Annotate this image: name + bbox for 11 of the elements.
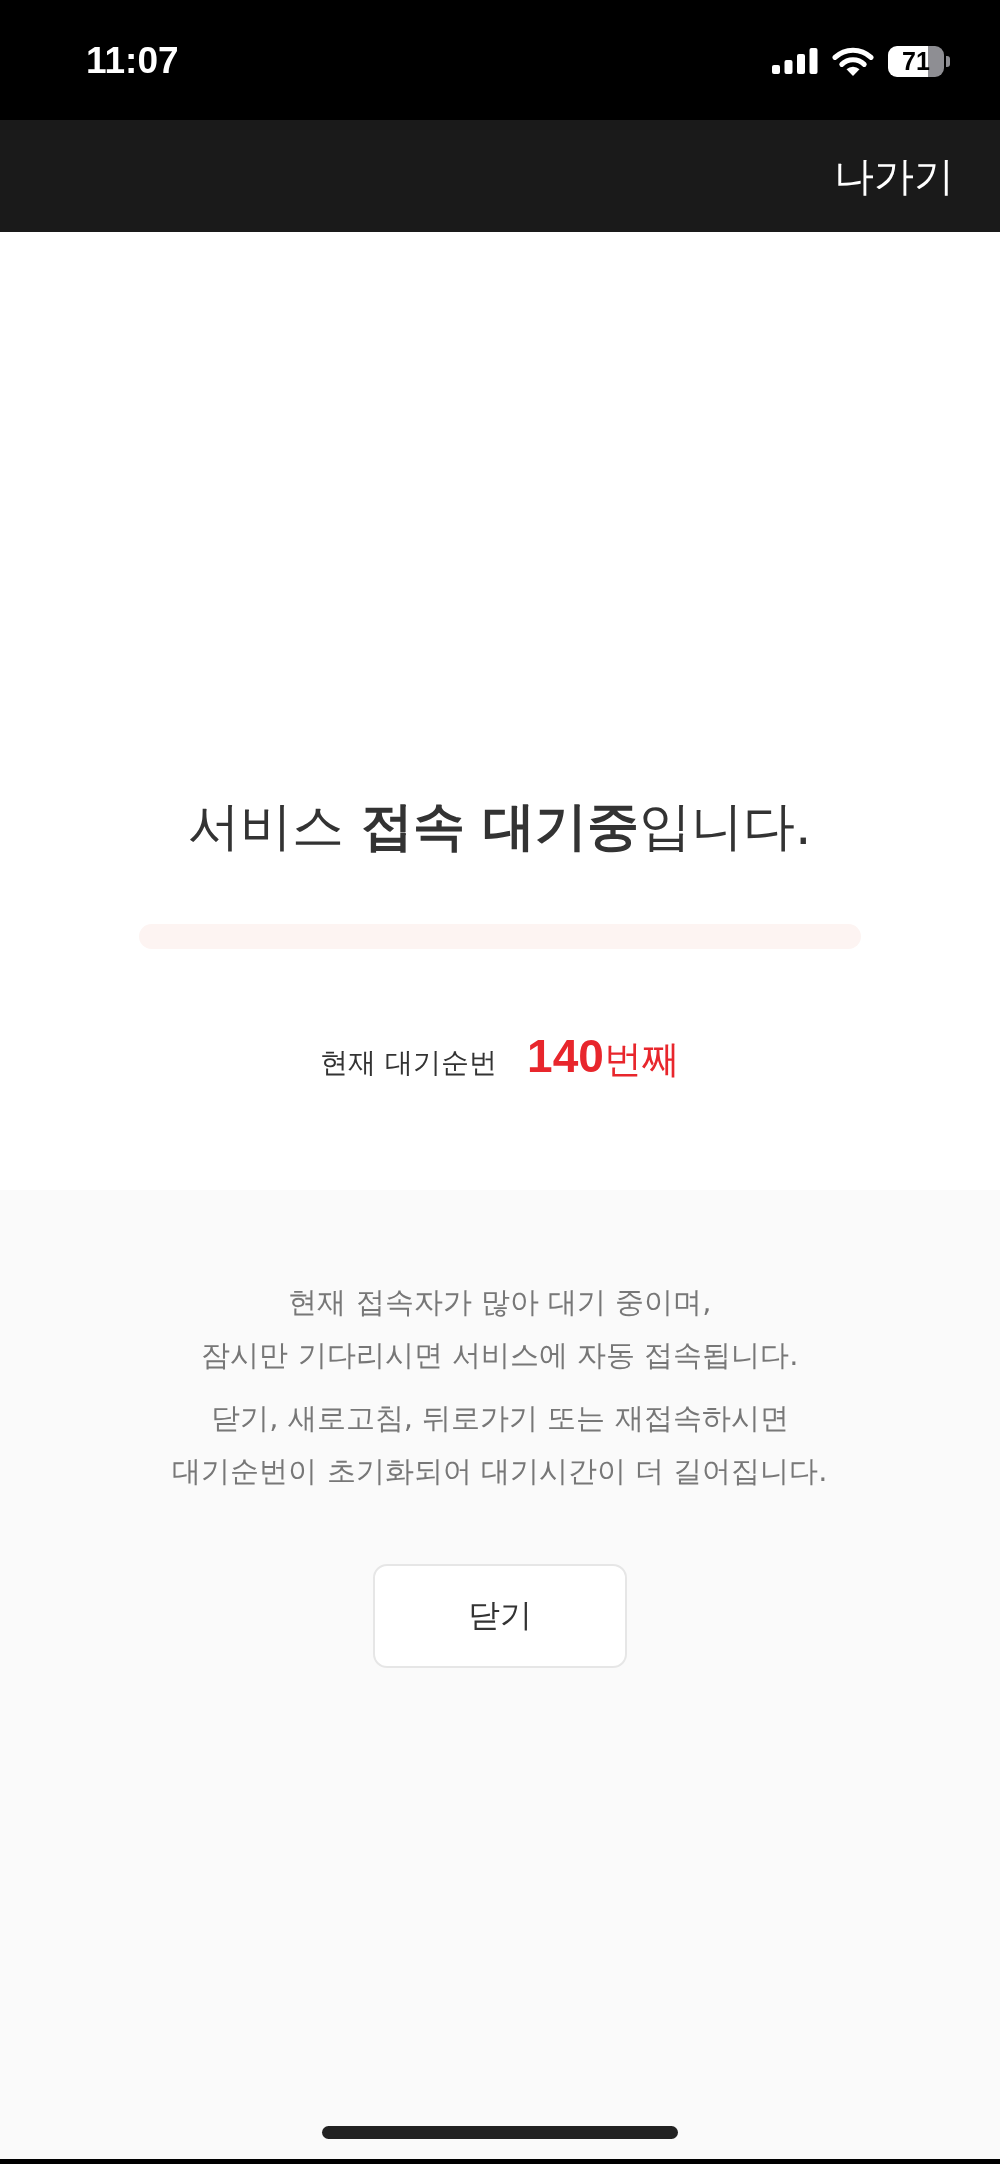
notice-text: 닫기, 새로고침, 뒤로가기 또는 재접속하시면 대기순번이 초기화되어 대기시간이 더 길어집니다. xyxy=(172,1400,828,1490)
queue-title: 서비스 접속 대기중입니다. xyxy=(188,795,812,858)
notice-text: 현재 접속자가 많아 대기 중이며, 잠시만 기다리시면 서비스에 자동 접속됩니다. xyxy=(201,1284,799,1374)
close-button[interactable]: 닫기 xyxy=(373,1564,627,1668)
exit-button[interactable]: 나가기 xyxy=(828,148,960,204)
wifi-icon xyxy=(832,46,874,76)
battery-percent: 71 xyxy=(902,48,930,74)
status-time: 11:07 xyxy=(86,40,179,82)
queue-position-number: 140번째 xyxy=(527,1028,680,1084)
signal-icon xyxy=(772,48,818,74)
queue-position-label: 현재 대기순번 xyxy=(320,1044,498,1081)
